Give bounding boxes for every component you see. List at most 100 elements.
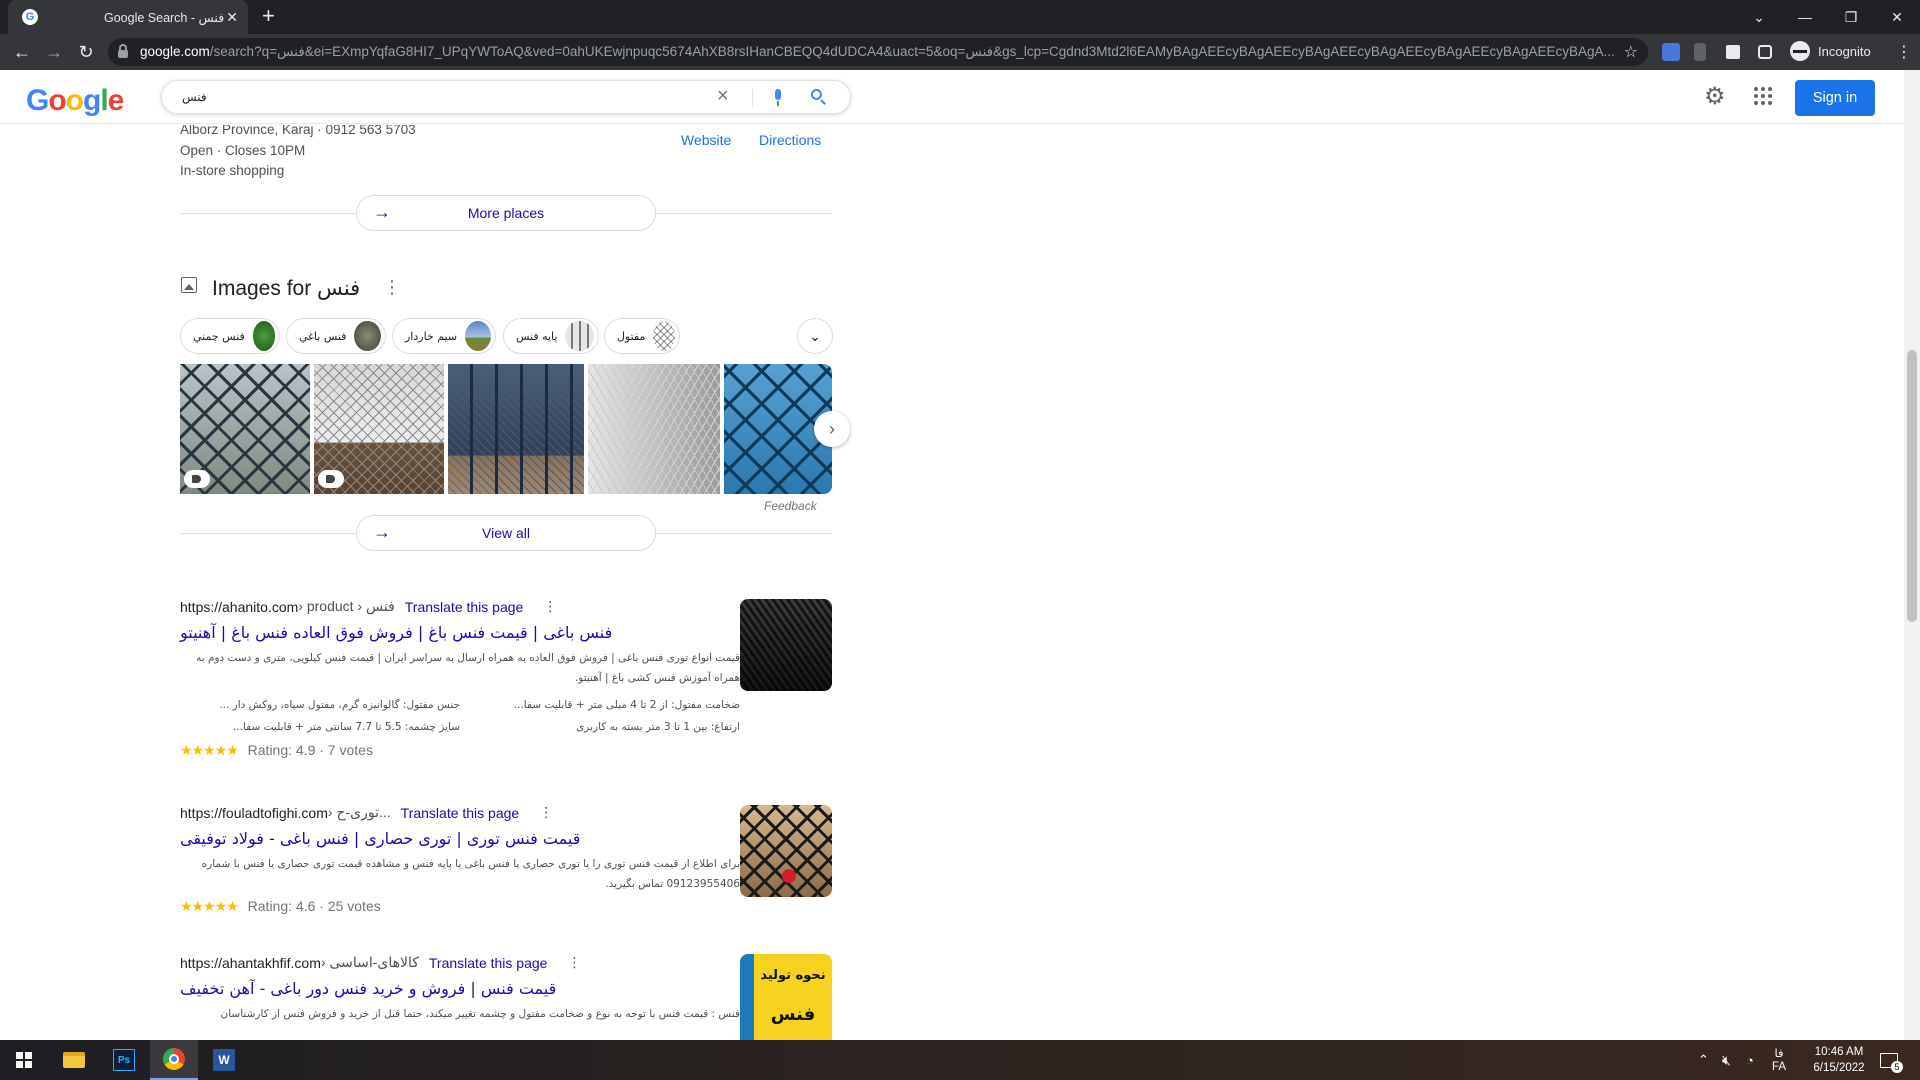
result-breadcrumb[interactable]: https://ahanito.com › product › فنس Tran… [180, 598, 740, 615]
bookmark-star-icon[interactable]: ☆ [1624, 42, 1638, 62]
logo-letter: g [83, 84, 101, 117]
volume-muted-icon[interactable]: 🔇︎ [1722, 1040, 1731, 1080]
image-icon [181, 277, 197, 293]
page-scrollbar[interactable] [1904, 70, 1920, 1040]
result-options-icon[interactable]: ⋮ [543, 598, 557, 615]
more-options-icon[interactable]: ⋮ [383, 277, 401, 298]
expand-chips-chevron-icon[interactable]: ⌄ [797, 318, 833, 354]
search-result-3: https://ahantakhfif.com › کالاهای-اساسی … [180, 954, 740, 1024]
chip-fence-post[interactable]: پایه فنس [503, 318, 599, 354]
photoshop-icon[interactable]: Ps [100, 1040, 148, 1080]
url-text[interactable]: google.com/search?q=فنس&ei=EXmpYqfaG8HI7… [140, 44, 1620, 60]
thumbnail-stripe [740, 954, 754, 1040]
new-tab-icon[interactable]: + [262, 5, 275, 27]
search-result-1: https://ahanito.com › product › فنس Tran… [180, 598, 740, 759]
image-result-4[interactable] [588, 364, 720, 494]
notifications-icon[interactable]: 5 [1880, 1040, 1903, 1080]
settings-gear-icon[interactable]: ⚙ [1704, 82, 1726, 111]
clock[interactable]: 10:46 AM 6/15/2022 [1804, 1040, 1874, 1080]
result-rating: ★★★★★ Rating: 4.9 · 7 votes [180, 742, 373, 758]
chrome-taskbar-icon[interactable] [150, 1040, 198, 1080]
result-title-link[interactable]: قیمت فنس | فروش و خرید فنس دور باغی - آه… [180, 979, 740, 998]
extension-icon[interactable] [1694, 43, 1706, 61]
search-box[interactable]: × [161, 80, 851, 114]
chip-fence-grass[interactable]: فنس چمني [180, 318, 280, 354]
chip-thumbnail [354, 321, 381, 351]
directions-link[interactable]: Directions [759, 132, 821, 148]
view-all-images-button[interactable]: → View all [356, 515, 656, 551]
logo-letter: o [65, 84, 84, 117]
search-input[interactable] [182, 86, 702, 108]
result-options-icon[interactable]: ⋮ [567, 954, 581, 971]
result-snippet: برای اطلاع از قیمت فنس توری را یا توری ح… [201, 858, 740, 890]
result-breadcrumb[interactable]: https://ahantakhfif.com › کالاهای-اساسی … [180, 954, 740, 971]
microphone-icon[interactable] [772, 89, 784, 107]
close-tab-icon[interactable]: ✕ [226, 9, 238, 26]
google-logo[interactable]: Google [26, 84, 124, 118]
feedback-link[interactable]: Feedback [764, 499, 817, 513]
image-result-1[interactable] [180, 364, 310, 494]
chip-fence-garden[interactable]: فنس باغي [286, 318, 386, 354]
images-heading[interactable]: Images for فنس [212, 276, 360, 301]
reload-icon[interactable]: ↻ [74, 40, 98, 64]
minimize-icon[interactable]: — [1782, 0, 1828, 34]
image-result-3[interactable] [448, 364, 584, 494]
translate-extension-icon[interactable] [1662, 43, 1680, 61]
google-apps-icon[interactable] [1754, 87, 1772, 105]
translate-link[interactable]: Translate this page [429, 955, 548, 971]
lock-icon[interactable] [118, 44, 128, 58]
tab-search-chevron-icon[interactable]: ⌄ [1736, 0, 1782, 34]
search-icon[interactable] [810, 88, 828, 106]
search-divider [752, 89, 753, 107]
browser-menu-icon[interactable]: ⋮ [1896, 42, 1912, 62]
result-title-link[interactable]: فنس باغی | قیمت فنس باغ | فروش فوق العاد… [180, 623, 740, 642]
result-breadcrumb[interactable]: https://fouladtofighi.com › توری-ح... Tr… [180, 804, 740, 821]
image-result-2[interactable] [314, 364, 444, 494]
file-explorer-icon[interactable] [50, 1040, 98, 1080]
result-thumbnail-2[interactable] [740, 805, 832, 897]
wifi-icon[interactable]: ◔ [1746, 1040, 1754, 1080]
search-result-2: https://fouladtofighi.com › توری-ح... Tr… [180, 804, 740, 915]
search-results: Alborz Province, Karaj · 0912 563 5703 O… [0, 125, 1900, 1040]
back-icon[interactable]: ← [10, 40, 34, 64]
google-header: Google × ⚙ Sign in [0, 70, 1920, 124]
chip-barbed-wire[interactable]: سیم خاردار [392, 318, 496, 354]
forward-icon[interactable]: → [42, 40, 66, 64]
arrow-right-icon: → [373, 202, 391, 222]
browser-toolbar: ← → ↻ google.com/search?q=فنس&ei=EXmpYqf… [0, 34, 1920, 70]
star-rating-icon: ★★★★★ [180, 898, 239, 914]
restore-icon[interactable]: ❐ [1828, 0, 1874, 34]
browser-tab-active[interactable]: G Google Search - فنس ✕ [8, 0, 248, 34]
clear-search-icon[interactable]: × [717, 85, 729, 108]
translate-link[interactable]: Translate this page [405, 599, 524, 615]
website-link[interactable]: Website [681, 132, 731, 148]
incognito-profile[interactable]: Incognito [1790, 41, 1871, 61]
logo-letter: o [48, 84, 66, 117]
result-snippet: فنس : قیمت فنس با توجه به نوع و ضخامت مف… [220, 1008, 740, 1020]
word-icon[interactable]: W [200, 1040, 248, 1080]
close-window-icon[interactable]: ✕ [1874, 0, 1920, 34]
address-bar[interactable]: google.com/search?q=فنس&ei=EXmpYqfaG8HI7… [108, 38, 1648, 66]
logo-badge-icon [782, 869, 796, 883]
chip-wire[interactable]: مفتول [604, 318, 680, 354]
scrollbar-thumb[interactable] [1907, 350, 1917, 622]
sign-in-button[interactable]: Sign in [1795, 80, 1875, 116]
thumbnail-text: نحوه تولید [760, 968, 826, 983]
chip-thumbnail [252, 321, 275, 351]
local-hours: Open · Closes 10PM [180, 143, 306, 158]
product-tag-icon [184, 470, 210, 488]
show-hidden-icons-chevron-icon[interactable]: ⌃ [1698, 1040, 1709, 1080]
extensions-puzzle-icon[interactable] [1726, 45, 1740, 59]
result-options-icon[interactable]: ⋮ [539, 804, 553, 821]
result-thumbnail-3[interactable]: نحوه تولید فنس [740, 954, 832, 1040]
windows-start-icon[interactable] [0, 1040, 48, 1080]
result-title-link[interactable]: قیمت فنس توری | توری حصاری | فنس باغی - … [180, 829, 740, 848]
result-facts: ضخامت مفتول: از 2 تا 4 میلی متر + قابلیت… [219, 699, 740, 733]
more-places-button[interactable]: → More places [356, 195, 656, 231]
input-language[interactable]: فا FA [1772, 1040, 1786, 1080]
result-thumbnail-1[interactable] [740, 599, 832, 691]
next-images-chevron-icon[interactable]: › [814, 411, 850, 447]
side-panel-icon[interactable] [1758, 45, 1772, 59]
translate-link[interactable]: Translate this page [401, 805, 520, 821]
local-service: In-store shopping [180, 163, 285, 178]
